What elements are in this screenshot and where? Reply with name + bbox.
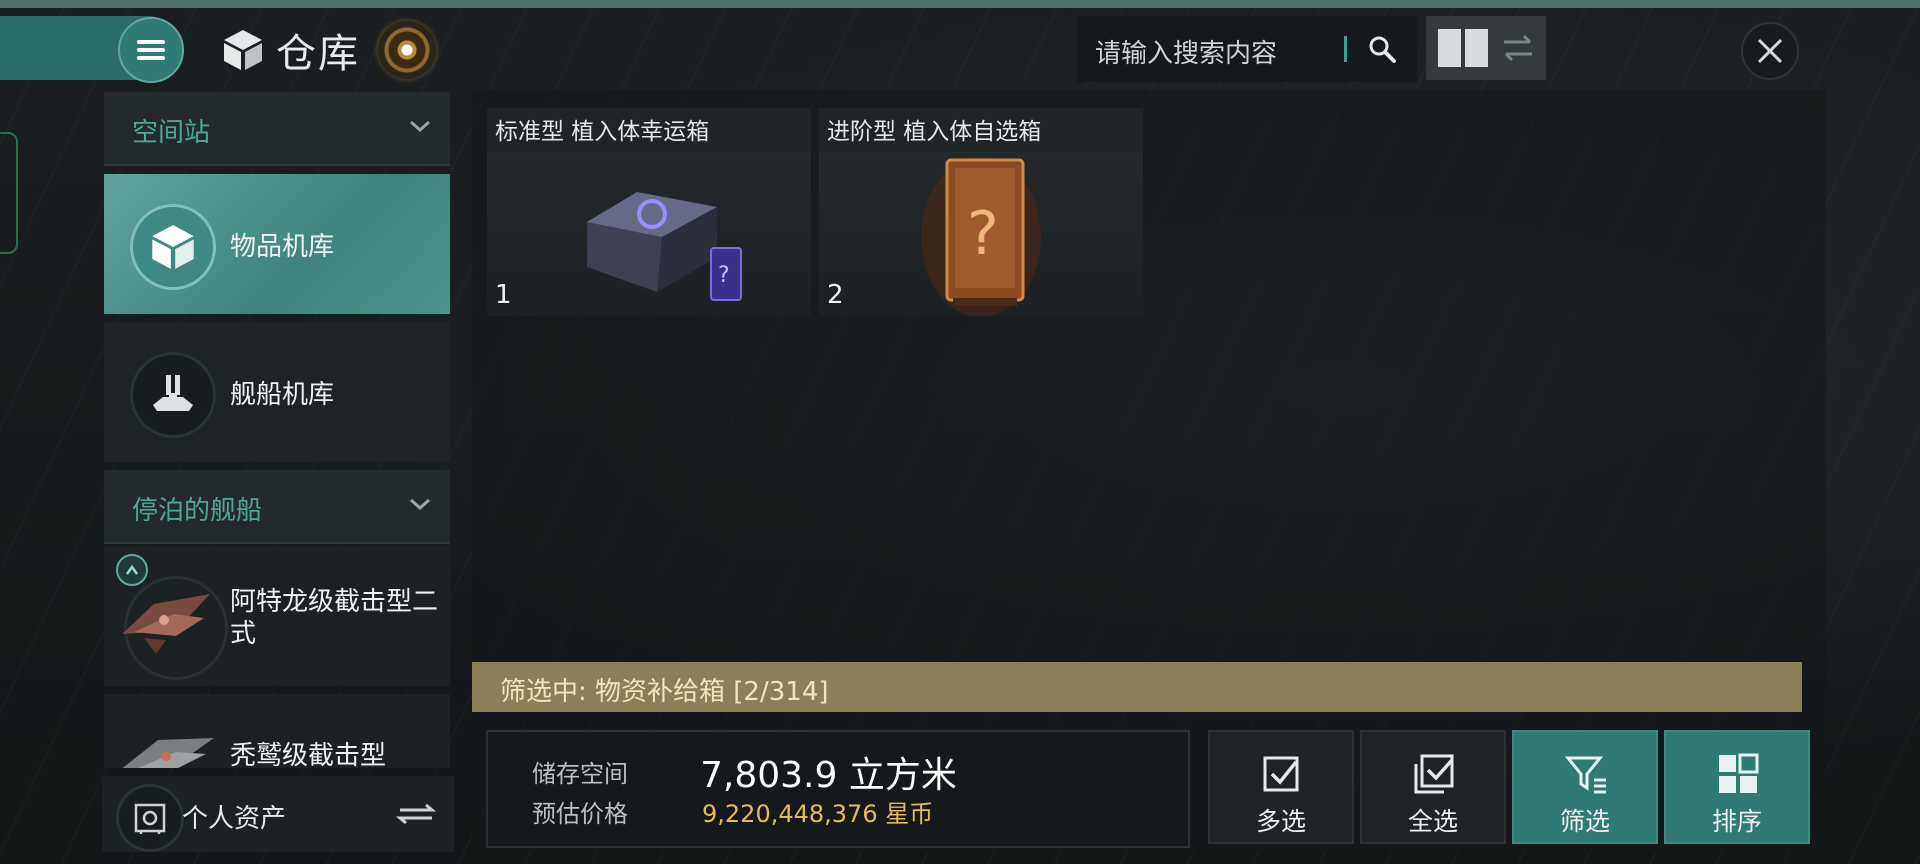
ship-list-item[interactable]: 阿特龙级截击型二式 [104,546,450,686]
chevron-down-icon [410,498,430,511]
section-label: 停泊的舰船 [132,496,263,526]
grid-icon [1719,753,1759,793]
ship-icon [153,375,193,411]
cube-icon [152,225,194,269]
implant-selection-box-icon: ? [921,157,1041,317]
action-label: 多选 [1255,807,1306,836]
item-image: ? [819,152,1143,317]
item-name: 标准型 植入体幸运箱 [495,119,710,145]
action-label: 排序 [1711,807,1762,836]
page-title: 仓库 [276,31,360,77]
search-input[interactable]: 请输入搜索内容 [1095,33,1277,70]
menu-button[interactable] [118,17,184,83]
storage-summary: 储存空间 7,803.9 立方米 预估价格 9,220,448,376 星币 [486,730,1190,848]
section-header-station[interactable]: 空间站 [104,92,450,166]
storage-space-value: 7,803.9 立方米 [700,755,957,796]
filter-icon [1564,756,1606,794]
location-orb-icon[interactable] [378,21,436,79]
action-label: 筛选 [1559,807,1610,836]
close-button[interactable] [1741,22,1799,80]
sidebar: 空间站 物品机库 舰船机库 停泊的舰船 阿特龙级截击型二式 秃鹫级截击型 [102,90,454,768]
select-all-button[interactable]: 全选 [1360,730,1506,844]
ship-art-icon [122,738,214,768]
sidebar-item-label: 物品机库 [230,232,335,262]
side-drawer-handle[interactable] [0,132,18,254]
view-toggle[interactable] [1426,16,1546,80]
estimated-price-label: 预估价格 [532,800,628,828]
multi-select-button[interactable]: 多选 [1208,730,1354,844]
item-hangar-icon-ring [130,204,216,290]
personal-assets-bar[interactable]: 个人资产 [102,776,454,852]
switch-arrows-icon[interactable] [394,800,438,828]
implant-lucky-box-icon: ? [587,192,742,301]
swap-arrows-icon[interactable] [1500,30,1536,66]
item-quantity: 1 [495,280,512,310]
header-title-group: 仓库 [222,21,436,79]
estimated-price-value: 9,220,448,376 星币 [702,800,934,828]
action-label: 全选 [1407,807,1458,836]
filter-status-text: 筛选中: 物资补给箱 [2/314] [500,677,829,707]
top-accent-line [0,0,1920,8]
inventory-item[interactable]: 进阶型 植入体自选箱 ? 2 [819,108,1143,317]
inventory-item[interactable]: 标准型 植入体幸运箱 ? 1 [487,108,811,316]
close-icon [1757,38,1783,64]
svg-text:?: ? [967,199,999,269]
vault-icon-ring [116,784,184,852]
section-header-docked-ships[interactable]: 停泊的舰船 [104,470,450,544]
select-all-icon [1414,754,1454,794]
vault-icon [134,803,166,834]
section-label: 空间站 [132,118,211,148]
ship-art-icon [122,594,210,654]
item-image: ? [487,152,811,316]
item-quantity: 2 [827,280,844,310]
ship-name: 秃鹫级截击型 [230,741,387,768]
sort-button[interactable]: 排序 [1664,730,1810,844]
cube-icon [224,30,262,70]
checkbox-icon [1263,756,1299,792]
upgrade-badge [116,554,148,586]
ship-hangar-icon-ring [130,352,216,438]
hamburger-icon [137,40,165,60]
chevron-down-icon [410,120,430,133]
svg-text:?: ? [718,263,730,288]
ship-name: 阿特龙级截击型二式 [230,587,439,649]
search-box[interactable]: 请输入搜索内容 [1077,16,1417,82]
search-divider [1344,36,1347,62]
personal-assets-label: 个人资产 [182,804,287,834]
sidebar-item-item-hangar[interactable]: 物品机库 [104,174,450,314]
ship-list-item[interactable]: 秃鹫级截击型 [104,694,450,768]
column-view-icon[interactable] [1438,29,1488,67]
storage-space-label: 储存空间 [532,760,628,788]
sidebar-item-label: 舰船机库 [230,380,335,410]
filter-status-bar: 筛选中: 物资补给箱 [2/314] [472,662,1802,712]
sidebar-item-ship-hangar[interactable]: 舰船机库 [104,322,450,462]
search-icon[interactable] [1367,34,1397,64]
item-name: 进阶型 植入体自选箱 [827,119,1042,145]
filter-button[interactable]: 筛选 [1512,730,1658,844]
chevron-up-icon [125,564,139,575]
